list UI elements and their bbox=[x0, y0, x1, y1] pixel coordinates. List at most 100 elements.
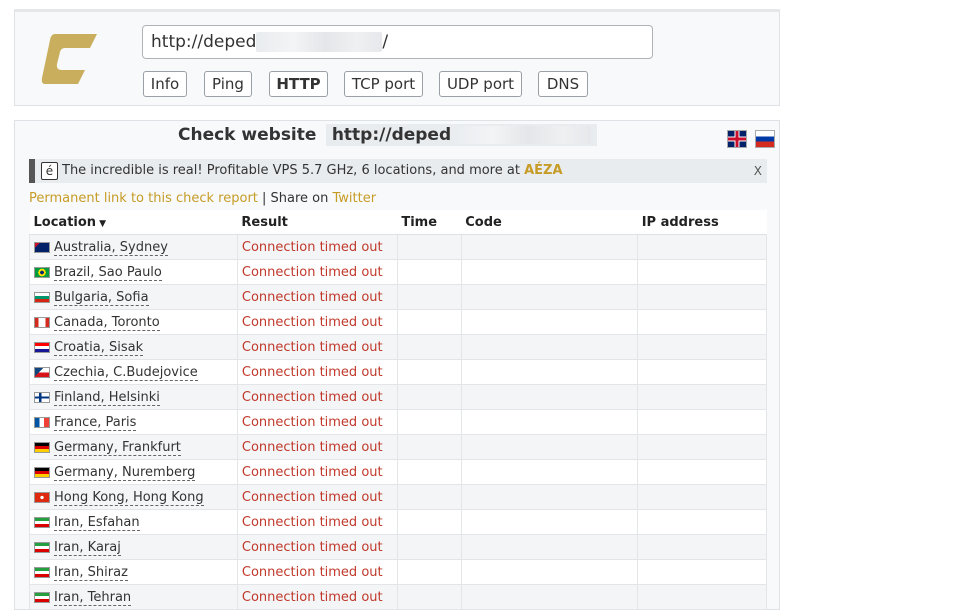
country-flag-icon bbox=[34, 516, 50, 528]
time-cell bbox=[396, 259, 462, 285]
country-flag-icon bbox=[34, 366, 50, 378]
time-cell bbox=[396, 459, 462, 485]
code-cell bbox=[460, 534, 639, 560]
country-flag-icon bbox=[34, 291, 50, 303]
ip-address-cell bbox=[637, 584, 767, 610]
tab-dns[interactable]: DNS bbox=[538, 71, 588, 97]
location-link[interactable]: Canada, Toronto bbox=[54, 314, 160, 331]
check-title-label: Check website bbox=[178, 125, 317, 145]
code-cell bbox=[460, 384, 639, 410]
ad-brand[interactable]: AÉZA bbox=[524, 163, 562, 178]
result-cell: Connection timed out bbox=[236, 584, 398, 610]
ip-address-cell bbox=[637, 459, 767, 485]
location-link[interactable]: France, Paris bbox=[54, 414, 137, 431]
result-cell: Connection timed out bbox=[236, 559, 398, 585]
time-cell bbox=[396, 384, 462, 410]
twitter-share-link[interactable]: Twitter bbox=[333, 191, 377, 206]
ad-banner[interactable]: é The incredible is real! Profitable VPS … bbox=[29, 159, 767, 183]
country-flag-icon bbox=[34, 466, 50, 478]
location-link[interactable]: Iran, Karaj bbox=[54, 539, 121, 556]
table-row: Hong Kong, Hong Kong Connection timed out bbox=[29, 484, 767, 510]
location-link[interactable]: Hong Kong, Hong Kong bbox=[54, 489, 204, 506]
time-cell bbox=[396, 234, 462, 260]
location-cell: Czechia, C.Budejovice bbox=[29, 359, 238, 385]
location-cell: Germany, Nuremberg bbox=[29, 459, 238, 485]
redacted-checked-url-blur bbox=[451, 126, 592, 144]
code-cell bbox=[460, 259, 639, 285]
share-separator: | Share on bbox=[257, 191, 333, 206]
location-cell: France, Paris bbox=[29, 409, 238, 435]
column-header-location[interactable]: Location ▼ bbox=[29, 210, 238, 235]
time-cell bbox=[396, 534, 462, 560]
language-switcher bbox=[724, 128, 775, 148]
check-host-logo-icon bbox=[41, 34, 97, 84]
column-header-ip-address: IP address bbox=[637, 210, 767, 235]
ip-address-cell bbox=[637, 434, 767, 460]
table-row: Brazil, Sao Paulo Connection timed out bbox=[29, 259, 767, 285]
ad-text: The incredible is real! Profitable VPS 5… bbox=[62, 163, 520, 178]
table-row: Croatia, Sisak Connection timed out bbox=[29, 334, 767, 360]
time-cell bbox=[396, 434, 462, 460]
ip-address-cell bbox=[637, 309, 767, 335]
location-cell: Iran, Tehran bbox=[29, 584, 238, 610]
location-link[interactable]: Germany, Frankfurt bbox=[54, 439, 181, 456]
country-flag-icon bbox=[34, 416, 50, 428]
tab-ping[interactable]: Ping bbox=[204, 71, 252, 97]
location-link[interactable]: Czechia, C.Budejovice bbox=[54, 364, 198, 381]
location-link[interactable]: Iran, Shiraz bbox=[54, 564, 128, 581]
location-link[interactable]: Croatia, Sisak bbox=[54, 339, 144, 356]
result-cell: Connection timed out bbox=[236, 434, 398, 460]
tab-http[interactable]: HTTP bbox=[269, 71, 328, 97]
ip-address-cell bbox=[637, 259, 767, 285]
permanent-link[interactable]: Permanent link to this check report bbox=[29, 191, 258, 206]
code-cell bbox=[460, 584, 639, 610]
location-link[interactable]: Germany, Nuremberg bbox=[54, 464, 196, 481]
table-row: Australia, Sydney Connection timed out bbox=[29, 234, 767, 260]
location-link[interactable]: Iran, Esfahan bbox=[54, 514, 140, 531]
code-cell bbox=[460, 459, 639, 485]
time-cell bbox=[396, 409, 462, 435]
location-cell: Brazil, Sao Paulo bbox=[29, 259, 238, 285]
url-input[interactable]: http://deped / bbox=[142, 25, 653, 59]
sort-down-icon: ▼ bbox=[99, 218, 106, 229]
url-input-suffix: / bbox=[382, 32, 389, 52]
location-cell: Hong Kong, Hong Kong bbox=[29, 484, 238, 510]
table-row: France, Paris Connection timed out bbox=[29, 409, 767, 435]
location-link[interactable]: Bulgaria, Sofia bbox=[54, 289, 149, 306]
results-table: Location ▼ Result Time Code IP address Au… bbox=[29, 210, 767, 610]
location-link[interactable]: Brazil, Sao Paulo bbox=[54, 264, 162, 281]
results-table-body: Australia, Sydney Connection timed out Bra… bbox=[29, 234, 767, 610]
ad-close-button[interactable]: X bbox=[754, 159, 762, 183]
country-flag-icon bbox=[34, 441, 50, 453]
code-cell bbox=[460, 484, 639, 510]
aeza-logo-icon: é bbox=[41, 161, 58, 180]
result-cell: Connection timed out bbox=[236, 309, 398, 335]
time-cell bbox=[396, 334, 462, 360]
code-cell bbox=[460, 284, 639, 310]
location-cell: Iran, Shiraz bbox=[29, 559, 238, 585]
time-cell bbox=[396, 359, 462, 385]
ip-address-cell bbox=[637, 384, 767, 410]
russia-flag-icon[interactable] bbox=[755, 129, 775, 148]
time-cell bbox=[396, 584, 462, 610]
location-link[interactable]: Finland, Helsinki bbox=[54, 389, 160, 406]
column-header-location-label: Location bbox=[33, 214, 97, 230]
share-links: Permanent link to this check report | Sh… bbox=[29, 191, 376, 206]
result-cell: Connection timed out bbox=[236, 484, 398, 510]
ip-address-cell bbox=[637, 409, 767, 435]
tab-tcp-port[interactable]: TCP port bbox=[344, 71, 423, 97]
url-input-value: http://deped bbox=[151, 32, 257, 52]
country-flag-icon bbox=[34, 591, 50, 603]
code-cell bbox=[460, 309, 639, 335]
code-cell bbox=[460, 409, 639, 435]
tab-udp-port[interactable]: UDP port bbox=[439, 71, 522, 97]
result-cell: Connection timed out bbox=[236, 409, 398, 435]
code-cell bbox=[460, 234, 639, 260]
location-link[interactable]: Iran, Tehran bbox=[54, 589, 132, 606]
country-flag-icon bbox=[34, 266, 50, 278]
uk-flag-icon[interactable] bbox=[726, 129, 747, 148]
tab-info[interactable]: Info bbox=[143, 71, 187, 97]
code-cell bbox=[460, 559, 639, 585]
location-link[interactable]: Australia, Sydney bbox=[54, 239, 168, 256]
result-cell: Connection timed out bbox=[236, 509, 398, 535]
